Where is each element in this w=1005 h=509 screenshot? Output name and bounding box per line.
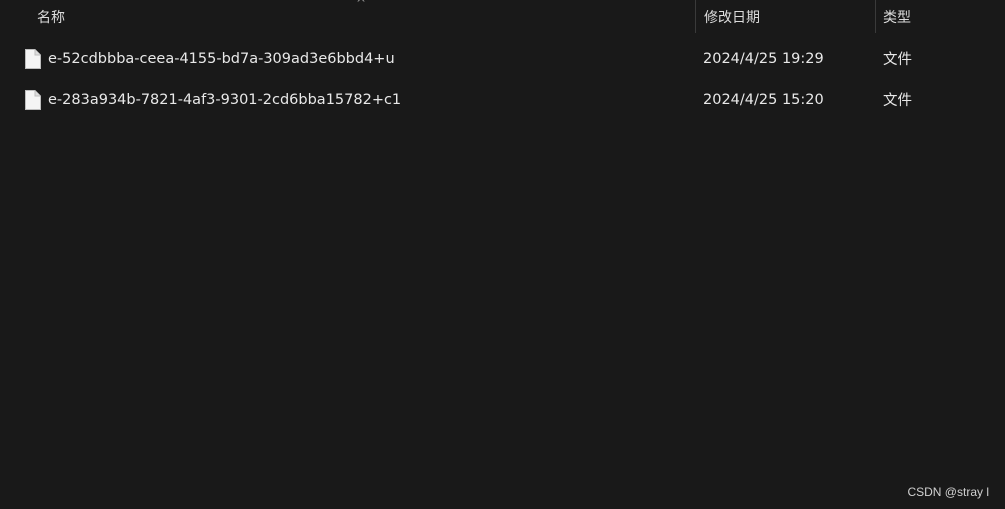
- file-row[interactable]: e-283a934b-7821-4af3-9301-2cd6bba15782+c…: [0, 79, 1005, 120]
- column-header-date-modified[interactable]: 修改日期: [695, 0, 875, 33]
- file-type: 文件: [883, 52, 912, 68]
- file-name: e-283a934b-7821-4af3-9301-2cd6bba15782+c…: [48, 91, 402, 108]
- file-modified-date: 2024/4/25 19:29: [703, 50, 824, 67]
- file-explorer-details-view: 名称 ^ 修改日期 类型 e-52cdbbba-ceea-4155-bd7a-3…: [0, 0, 1005, 509]
- file-name: e-52cdbbba-ceea-4155-bd7a-309ad3e6bbd4+u: [48, 50, 395, 67]
- file-name-cell: e-283a934b-7821-4af3-9301-2cd6bba15782+c…: [24, 79, 401, 120]
- column-header-type-label: 类型: [883, 9, 911, 26]
- file-icon: [25, 89, 41, 110]
- file-modified-date: 2024/4/25 15:20: [703, 91, 824, 108]
- column-header-name[interactable]: 名称: [0, 0, 695, 33]
- file-list: e-52cdbbba-ceea-4155-bd7a-309ad3e6bbd4+u…: [0, 38, 1005, 120]
- file-row[interactable]: e-52cdbbba-ceea-4155-bd7a-309ad3e6bbd4+u…: [0, 38, 1005, 79]
- file-type: 文件: [883, 93, 912, 109]
- column-header-bar: 名称 ^ 修改日期 类型: [0, 0, 1005, 33]
- column-header-date-label: 修改日期: [704, 9, 760, 26]
- column-header-type[interactable]: 类型: [875, 0, 1005, 33]
- sort-ascending-icon: ^: [356, 0, 367, 10]
- watermark-text: CSDN @stray l: [907, 485, 989, 499]
- file-icon: [25, 48, 41, 69]
- column-header-name-label: 名称: [37, 9, 65, 26]
- file-name-cell: e-52cdbbba-ceea-4155-bd7a-309ad3e6bbd4+u: [24, 38, 395, 79]
